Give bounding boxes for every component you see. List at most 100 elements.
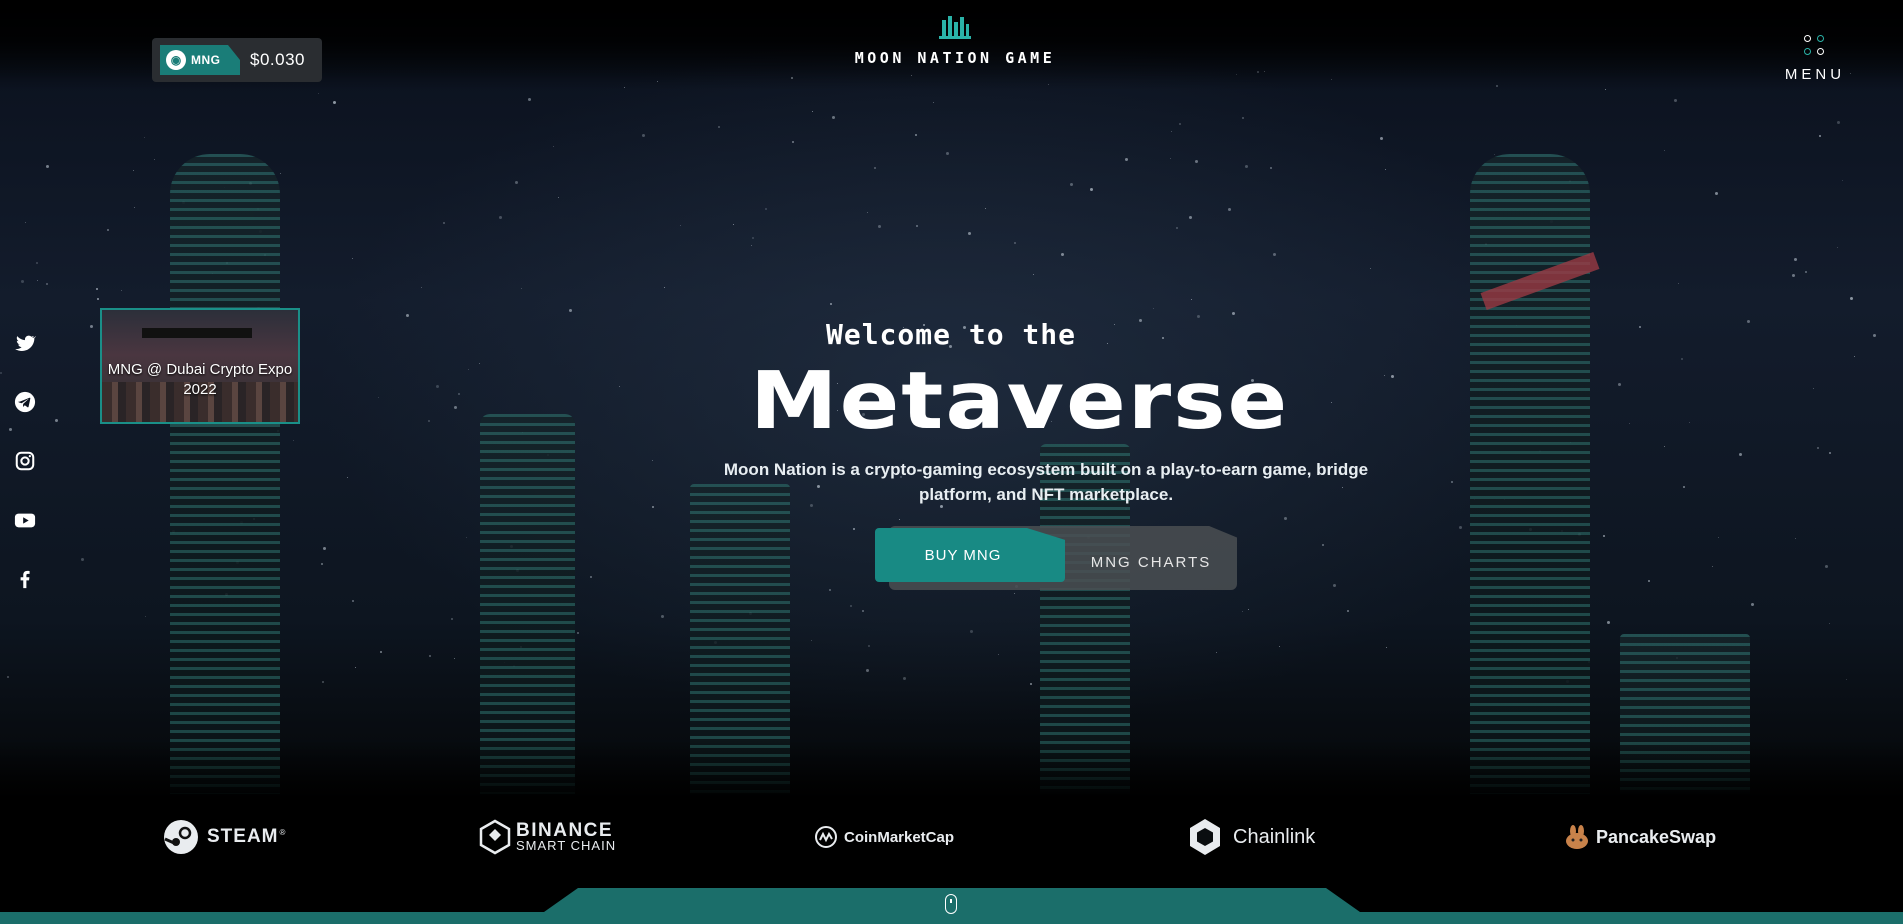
star	[862, 610, 864, 612]
star	[1245, 165, 1248, 168]
facebook-icon[interactable]	[14, 568, 36, 590]
star	[811, 640, 812, 641]
star	[421, 287, 422, 288]
star	[1459, 526, 1462, 529]
star	[832, 116, 835, 119]
star	[1061, 253, 1064, 256]
star	[37, 280, 38, 281]
steam-label: STEAM	[207, 826, 279, 847]
star	[145, 616, 146, 617]
star	[1322, 544, 1324, 546]
star	[380, 651, 382, 653]
star	[154, 159, 155, 160]
star	[1451, 481, 1453, 483]
star	[406, 314, 409, 317]
star	[1603, 535, 1605, 537]
partner-chainlink[interactable]: Chainlink	[1187, 812, 1315, 862]
star	[569, 309, 572, 312]
star	[590, 576, 592, 578]
partner-coinmarketcap[interactable]: CoinMarketCap	[814, 812, 954, 862]
site-name: MOON NATION GAME	[854, 49, 1056, 67]
star	[1333, 584, 1336, 587]
star	[468, 369, 469, 370]
star	[1270, 167, 1272, 169]
star	[718, 126, 720, 128]
star	[133, 170, 134, 171]
instagram-icon[interactable]	[14, 450, 36, 472]
buy-mng-button[interactable]: BUY MNG	[875, 528, 1065, 582]
hero-description: Moon Nation is a crypto-gaming ecosystem…	[723, 460, 1369, 504]
star	[661, 615, 664, 618]
star	[1191, 299, 1192, 300]
star	[830, 303, 832, 305]
star	[280, 173, 281, 174]
star	[1216, 652, 1217, 653]
hero-title: Metaverse	[750, 354, 1290, 447]
star	[765, 208, 767, 210]
star	[642, 134, 645, 137]
star	[1689, 422, 1690, 423]
star	[680, 225, 681, 226]
social-links	[14, 332, 36, 627]
event-card[interactable]: MNG @ Dubai Crypto Expo 2022	[100, 308, 300, 424]
partner-pancakeswap[interactable]: PancakeSwap	[1564, 812, 1716, 862]
star	[1014, 593, 1015, 594]
star	[323, 547, 326, 550]
hero-section: Welcome to the Metaverse Moon Nation is …	[651, 318, 1451, 507]
star	[451, 618, 453, 620]
star	[1794, 258, 1797, 261]
star	[90, 325, 93, 328]
star	[1829, 452, 1831, 454]
star	[1242, 117, 1244, 119]
binance-label: BINANCE	[516, 819, 614, 841]
star	[7, 676, 9, 678]
hero-pretitle: Welcome to the	[825, 318, 1076, 351]
star	[1179, 123, 1181, 125]
star	[1618, 383, 1621, 386]
star	[985, 208, 986, 209]
token-price-widget[interactable]: ◉ MNG $0.030	[152, 38, 322, 82]
star	[915, 134, 917, 136]
star	[1242, 611, 1243, 612]
star	[1248, 609, 1249, 610]
youtube-icon[interactable]	[14, 509, 36, 531]
token-tag: ◉ MNG	[160, 45, 240, 75]
partner-steam[interactable]: STEAM ®	[163, 812, 285, 862]
star	[436, 385, 439, 388]
star	[619, 386, 620, 387]
twitter-icon[interactable]	[14, 332, 36, 354]
star	[1854, 356, 1855, 357]
star	[1805, 271, 1807, 273]
star	[998, 654, 999, 655]
star	[81, 558, 84, 561]
star	[46, 283, 48, 285]
star	[1380, 137, 1383, 140]
star	[792, 141, 794, 143]
coinmarketcap-icon	[815, 826, 837, 848]
star	[970, 630, 973, 633]
star	[36, 262, 38, 264]
menu-button[interactable]: MENU	[1780, 32, 1850, 83]
star	[751, 245, 752, 246]
star	[866, 669, 869, 672]
token-symbol: MNG	[191, 53, 221, 67]
event-caption: MNG @ Dubai Crypto Expo 2022	[107, 361, 293, 398]
star	[121, 290, 122, 291]
scroll-mouse-icon[interactable]	[945, 894, 957, 914]
star	[853, 528, 855, 530]
site-logo[interactable]: MOON NATION GAME	[835, 14, 1075, 67]
chainlink-label: Chainlink	[1233, 825, 1316, 848]
star	[1494, 154, 1495, 155]
star	[479, 363, 480, 364]
telegram-icon[interactable]	[14, 391, 36, 413]
star	[812, 111, 813, 112]
hero-buttons: BUY MNG MNG CHARTS	[875, 526, 1237, 590]
star	[933, 102, 934, 103]
star	[96, 288, 98, 290]
star	[1850, 297, 1853, 300]
star	[458, 393, 460, 395]
star	[322, 681, 324, 683]
mng-charts-button[interactable]: MNG CHARTS	[1071, 540, 1231, 584]
event-photo-banner	[142, 328, 252, 338]
partner-binance[interactable]: BINANCE SMART CHAIN	[479, 812, 616, 862]
